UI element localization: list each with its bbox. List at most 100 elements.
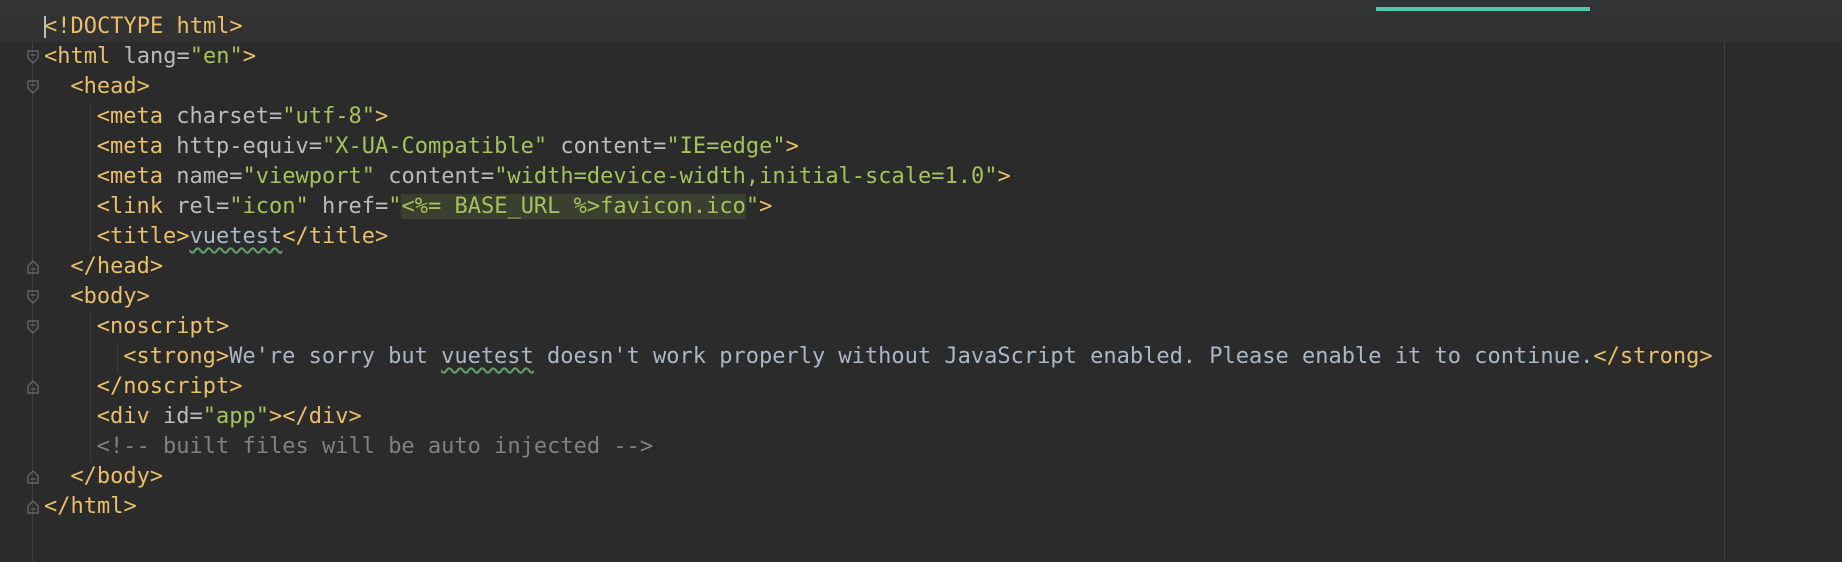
code-text: <meta http-equiv="X-UA-Compatible" conte…: [97, 132, 799, 162]
code-token: http-equiv=: [176, 134, 322, 159]
code-token: charset=: [176, 104, 283, 129]
fold-close-icon[interactable]: [27, 380, 39, 394]
code-line[interactable]: <meta http-equiv="X-UA-Compatible" conte…: [0, 132, 1842, 162]
code-text: <title>vuetest</title>: [97, 222, 388, 252]
code-text: <head>: [70, 72, 149, 102]
code-text: <meta charset="utf-8">: [97, 102, 388, 132]
code-token: We're sorry but: [229, 344, 442, 369]
code-text: </html>: [44, 492, 137, 522]
code-text: <!DOCTYPE html>: [44, 12, 243, 42]
code-token: ": [745, 194, 760, 219]
code-token: </title>: [282, 224, 389, 249]
code-token: <head>: [70, 74, 150, 99]
indent-guide: [90, 312, 92, 342]
fold-open-icon[interactable]: [27, 50, 39, 64]
code-token: name=: [176, 164, 243, 189]
code-line[interactable]: <body>: [0, 282, 1842, 312]
code-token: content=: [547, 134, 667, 159]
code-token: <meta: [96, 134, 177, 159]
code-line[interactable]: <html lang="en">: [0, 42, 1842, 72]
code-token: <strong>: [123, 344, 230, 369]
code-token: "viewport": [242, 164, 375, 189]
code-token: id=: [163, 404, 203, 429]
editor-tab-bar: [0, 0, 1842, 12]
indent-guide: [90, 162, 92, 192]
code-token: </html>: [44, 494, 137, 519]
code-token: >: [242, 44, 256, 69]
code-line[interactable]: <head>: [0, 72, 1842, 102]
code-line[interactable]: <noscript>: [0, 312, 1842, 342]
code-token: "utf-8": [282, 104, 375, 129]
code-text: <html lang="en">: [44, 42, 256, 72]
code-token: >: [759, 194, 773, 219]
code-token: <html: [44, 44, 124, 69]
code-line[interactable]: <meta charset="utf-8">: [0, 102, 1842, 132]
code-token: doesn't work properly without JavaScript…: [533, 344, 1594, 369]
code-token: ></div>: [269, 404, 362, 429]
text-caret: [44, 16, 46, 38]
code-token: rel=: [176, 194, 230, 219]
code-text: <body>: [70, 282, 149, 312]
code-token: <noscript>: [96, 314, 230, 339]
fold-open-icon[interactable]: [27, 80, 39, 94]
code-text: <div id="app"></div>: [97, 402, 362, 432]
code-text: </body>: [70, 462, 163, 492]
code-token: href=: [308, 194, 389, 219]
code-editor[interactable]: <!DOCTYPE html> <html lang="en"> <head> <me…: [0, 12, 1842, 562]
code-token: >: [785, 134, 799, 159]
code-token: >: [374, 104, 389, 129]
code-token: <!DOCTYPE html>: [44, 14, 243, 39]
code-token: </body>: [70, 464, 164, 489]
fold-open-icon[interactable]: [27, 290, 39, 304]
code-token: lang=: [123, 44, 190, 69]
code-token: "app": [202, 404, 270, 429]
fold-open-icon[interactable]: [27, 320, 39, 334]
fold-close-icon[interactable]: [27, 470, 39, 484]
code-token: ": [388, 194, 402, 219]
code-line[interactable]: <div id="app"></div>: [0, 402, 1842, 432]
code-token: <meta: [96, 104, 177, 129]
code-token: "icon": [229, 194, 309, 219]
code-line[interactable]: <link rel="icon" href="<%= BASE_URL %>fa…: [0, 192, 1842, 222]
code-text: <!-- built files will be auto injected -…: [97, 432, 653, 462]
fold-close-icon[interactable]: [27, 500, 39, 514]
code-token: "width=device-width,initial-scale=1.0": [494, 164, 998, 189]
code-token: vuetest: [441, 344, 534, 369]
code-token: "IE=edge": [666, 134, 786, 159]
code-token: </strong>: [1593, 344, 1713, 369]
code-token: >: [997, 164, 1011, 189]
code-text: </head>: [70, 252, 163, 282]
code-text: <strong>We're sorry but vuetest doesn't …: [123, 342, 1712, 372]
code-line[interactable]: <!-- built files will be auto injected -…: [0, 432, 1842, 462]
code-token: <body>: [70, 284, 150, 309]
code-token: <div: [96, 404, 164, 429]
code-text: </noscript>: [97, 372, 243, 402]
code-line[interactable]: </noscript>: [0, 372, 1842, 402]
code-line[interactable]: </head>: [0, 252, 1842, 282]
code-token: <meta: [96, 164, 177, 189]
indent-guide: [90, 192, 92, 222]
code-token: "en": [189, 44, 243, 69]
code-token: content=: [374, 164, 495, 189]
code-line[interactable]: <title>vuetest</title>: [0, 222, 1842, 252]
code-token: <%= BASE_URL %>: [401, 194, 601, 219]
code-token: <title>: [96, 224, 190, 249]
code-text: <link rel="icon" href="<%= BASE_URL %>fa…: [97, 192, 773, 222]
code-text: <noscript>: [97, 312, 229, 342]
fold-close-icon[interactable]: [27, 260, 39, 274]
code-line[interactable]: <meta name="viewport" content="width=dev…: [0, 162, 1842, 192]
code-token: </noscript>: [96, 374, 243, 399]
code-token: vuetest: [189, 224, 283, 249]
code-text: <meta name="viewport" content="width=dev…: [97, 162, 1011, 192]
indent-guide: [90, 102, 92, 132]
active-tab-indicator: [1376, 7, 1590, 11]
code-line[interactable]: </html>: [0, 492, 1842, 522]
code-line[interactable]: <strong>We're sorry but vuetest doesn't …: [0, 342, 1842, 372]
indent-guide: [90, 132, 92, 162]
code-line[interactable]: </body>: [0, 462, 1842, 492]
indent-guide: [90, 372, 92, 402]
indent-guide: [116, 342, 118, 372]
indent-guide: [90, 402, 92, 432]
code-token: </head>: [70, 254, 164, 279]
code-line[interactable]: <!DOCTYPE html>: [0, 12, 1842, 42]
